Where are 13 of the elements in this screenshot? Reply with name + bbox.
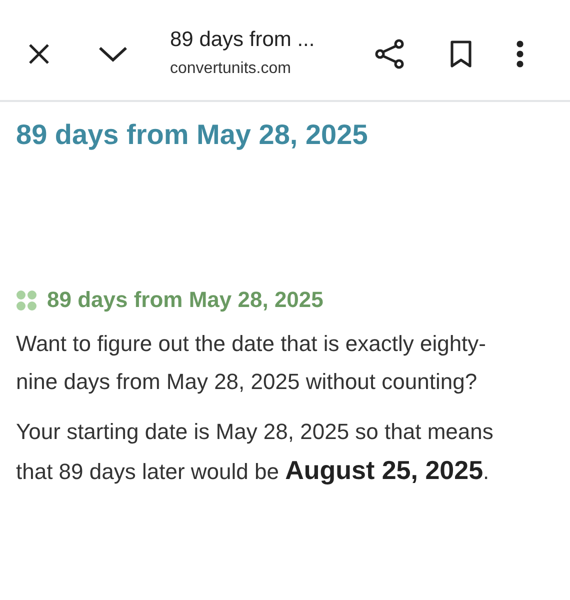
section-heading: 89 days from May 28, 2025: [47, 286, 324, 314]
page-title: 89 days from ...: [170, 27, 316, 53]
grid-icon: [16, 290, 37, 310]
bookmark-icon: [449, 39, 473, 69]
paragraph: Want to figure out the date that is exactly eighty-nine days from May 28, 2025 without counting?: [16, 330, 487, 396]
page-heading: 89 days from May 28, 2025: [16, 118, 369, 152]
share-icon: [374, 38, 406, 70]
paragraph: Your starting date is May 28, 2025 so that means that 89 days later would be August 25, 2025.: [16, 418, 494, 487]
page-url: convertunits.com: [170, 59, 292, 79]
close-icon: [27, 42, 51, 66]
chevron-down-icon: [98, 45, 128, 63]
more-options-icon: [516, 40, 524, 68]
more-options-button[interactable]: [514, 38, 526, 70]
